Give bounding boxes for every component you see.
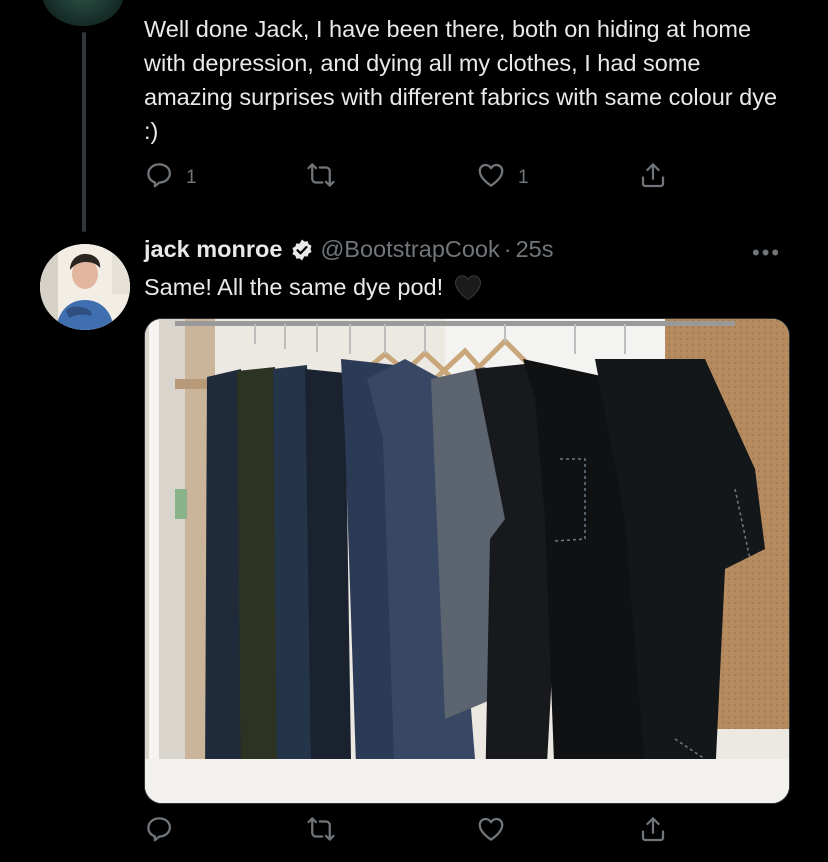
reply-button[interactable]: 1 bbox=[144, 160, 197, 196]
black-heart-emoji bbox=[453, 273, 483, 301]
author-avatar[interactable] bbox=[40, 244, 130, 330]
share-icon bbox=[638, 814, 668, 850]
more-options-button[interactable]: ••• bbox=[752, 240, 781, 266]
heart-icon bbox=[476, 814, 506, 850]
retweet-icon bbox=[306, 814, 336, 850]
author-handle[interactable]: @BootstrapCook bbox=[320, 236, 499, 263]
tweet-text-row: Same! All the same dye pod! bbox=[144, 270, 483, 304]
retweet-button[interactable] bbox=[306, 814, 336, 850]
tweet-actions bbox=[144, 814, 684, 850]
reply-icon bbox=[144, 814, 174, 850]
reply-actions: 1 1 bbox=[144, 160, 684, 196]
reply-button[interactable] bbox=[144, 814, 174, 850]
tweet-photo[interactable] bbox=[144, 318, 790, 804]
retweet-icon bbox=[306, 160, 336, 196]
reply-icon bbox=[144, 160, 174, 196]
verified-badge-icon bbox=[290, 238, 314, 262]
tweet-timestamp[interactable]: 25s bbox=[516, 236, 554, 263]
reply-tweet-text: Well done Jack, I have been there, both … bbox=[144, 16, 778, 144]
like-button[interactable]: 1 bbox=[476, 160, 529, 196]
share-icon bbox=[638, 160, 668, 196]
heart-icon bbox=[476, 160, 506, 196]
like-count: 1 bbox=[518, 167, 529, 188]
share-button[interactable] bbox=[638, 160, 668, 196]
tweet-text: Same! All the same dye pod! bbox=[144, 274, 444, 300]
like-button[interactable] bbox=[476, 814, 506, 850]
author-name[interactable]: jack monroe bbox=[144, 236, 282, 263]
thread-line bbox=[82, 32, 86, 232]
share-button[interactable] bbox=[638, 814, 668, 850]
meta-separator: · bbox=[503, 236, 512, 262]
tweet-header: jack monroe @BootstrapCook · 25s bbox=[144, 236, 553, 263]
reply-count: 1 bbox=[186, 167, 197, 188]
reply-avatar[interactable] bbox=[42, 0, 124, 26]
retweet-button[interactable] bbox=[306, 160, 348, 196]
